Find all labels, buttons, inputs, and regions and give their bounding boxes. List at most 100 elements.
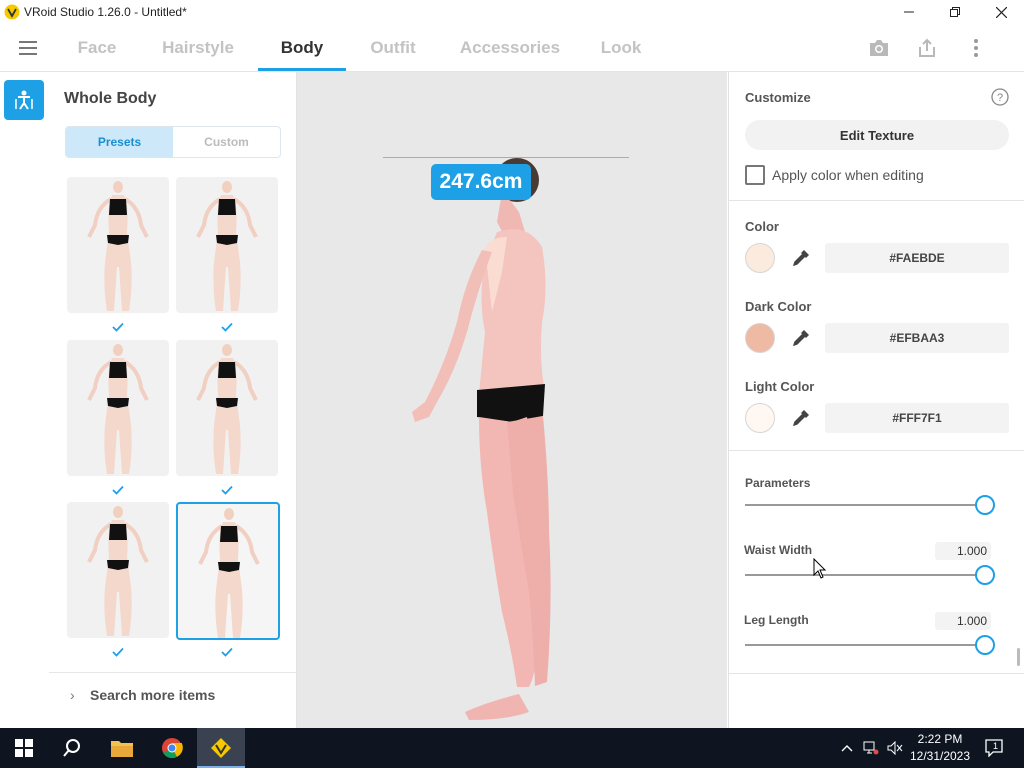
- taskbar-search-button[interactable]: [48, 728, 96, 768]
- light-color-eyedropper-button[interactable]: [787, 404, 815, 432]
- custom-tab[interactable]: Custom: [173, 127, 280, 157]
- height-guide-line: [383, 157, 629, 158]
- tab-face[interactable]: Face: [62, 24, 132, 71]
- screenshot-button[interactable]: [867, 36, 891, 60]
- volume-muted-icon: [887, 741, 903, 755]
- eyedropper-icon: [792, 410, 809, 427]
- light-color-swatch[interactable]: [745, 403, 775, 433]
- preset-figure: [196, 344, 258, 474]
- whole-body-category-button[interactable]: [4, 80, 44, 120]
- mouse-cursor-icon: [813, 558, 827, 579]
- file-explorer-icon: [111, 741, 133, 757]
- taskbar-vroid-studio[interactable]: [197, 728, 245, 768]
- color-swatch[interactable]: [745, 243, 775, 273]
- tab-accessories[interactable]: Accessories: [450, 24, 570, 71]
- network-icon: [863, 741, 879, 755]
- more-options-button[interactable]: [964, 36, 988, 60]
- check-icon: [112, 485, 124, 495]
- export-button[interactable]: [915, 36, 939, 60]
- preset-thumbnail[interactable]: [67, 177, 169, 313]
- preset-thumbnail[interactable]: [67, 340, 169, 476]
- leg-length-value[interactable]: 1.000: [935, 612, 991, 630]
- left-rail: [0, 72, 50, 728]
- preset-thumbnail[interactable]: [176, 502, 280, 640]
- search-more-items-button[interactable]: › Search more items: [49, 672, 296, 717]
- tab-look[interactable]: Look: [588, 24, 654, 71]
- minimize-button[interactable]: [886, 0, 932, 24]
- windows-taskbar: 2:22 PM 12/31/2023 1: [0, 728, 1024, 768]
- windows-start-icon: [15, 739, 33, 757]
- waist-width-label: Waist Width: [744, 543, 813, 557]
- camera-icon: [870, 40, 888, 56]
- customize-panel: Customize ? Edit Texture Apply color whe…: [728, 72, 1024, 728]
- clock-date: 12/31/2023: [909, 749, 971, 763]
- preset-figure: [87, 181, 149, 311]
- eyedropper-icon: [792, 250, 809, 267]
- taskbar-file-explorer[interactable]: [98, 728, 146, 768]
- 3d-viewport[interactable]: 247.6cm: [297, 72, 727, 728]
- divider: [729, 450, 1024, 451]
- dark-color-hex-field[interactable]: #EFBAA3: [825, 323, 1009, 353]
- taskbar-chrome[interactable]: [148, 728, 196, 768]
- parameters-slider-track[interactable]: [745, 504, 985, 506]
- start-button[interactable]: [0, 728, 48, 768]
- window-title: VRoid Studio 1.26.0 - Untitled*: [24, 5, 187, 19]
- check-icon: [112, 647, 124, 657]
- tab-hairstyle[interactable]: Hairstyle: [148, 24, 248, 71]
- search-more-label: Search more items: [90, 687, 216, 703]
- leg-length-slider-track[interactable]: [745, 644, 985, 646]
- color-label: Color: [745, 219, 779, 234]
- presets-panel: Whole Body Presets Custom › Search more …: [49, 72, 297, 728]
- vroid-logo-icon: [4, 4, 20, 20]
- clock-time: 2:22 PM: [917, 732, 963, 746]
- menu-icon[interactable]: [16, 36, 40, 60]
- eyedropper-icon: [792, 330, 809, 347]
- parameters-slider-handle[interactable]: [975, 495, 995, 515]
- more-vert-icon: [974, 39, 978, 57]
- volume-button[interactable]: [886, 739, 904, 757]
- panel-scrollbar[interactable]: [1017, 648, 1020, 666]
- panel-title: Whole Body: [64, 90, 157, 107]
- close-icon: [995, 6, 1007, 18]
- customize-title: Customize: [745, 90, 811, 105]
- network-button[interactable]: [862, 739, 880, 757]
- presets-tab[interactable]: Presets: [66, 127, 173, 157]
- light-color-hex-field[interactable]: #FFF7F1: [825, 403, 1009, 433]
- body-figure-icon: [15, 90, 33, 110]
- show-hidden-icons-button[interactable]: [838, 739, 856, 757]
- tab-body[interactable]: Body: [258, 24, 346, 71]
- edit-texture-button[interactable]: Edit Texture: [745, 120, 1009, 150]
- restore-button[interactable]: [932, 0, 978, 24]
- dark-color-eyedropper-button[interactable]: [787, 324, 815, 352]
- apply-color-checkbox[interactable]: [745, 165, 765, 185]
- help-icon[interactable]: ?: [991, 88, 1009, 106]
- dark-color-swatch[interactable]: [745, 323, 775, 353]
- waist-width-slider-handle[interactable]: [975, 565, 995, 585]
- system-clock[interactable]: 2:22 PM 12/31/2023: [908, 731, 972, 765]
- preset-figure: [198, 508, 260, 638]
- check-icon: [112, 322, 124, 332]
- check-icon: [221, 647, 233, 657]
- preset-figure: [87, 344, 149, 474]
- search-icon: [63, 739, 80, 757]
- chevron-up-icon: [841, 745, 853, 752]
- leg-length-slider-handle[interactable]: [975, 635, 995, 655]
- close-button[interactable]: [978, 0, 1024, 24]
- chevron-right-icon: ›: [70, 687, 75, 703]
- preset-thumbnail[interactable]: [176, 177, 278, 313]
- preset-figure: [196, 181, 258, 311]
- vroid-studio-icon: [211, 738, 231, 758]
- preset-thumbnail[interactable]: [176, 340, 278, 476]
- notifications-button[interactable]: 1: [984, 739, 1006, 757]
- svg-text:?: ?: [997, 92, 1003, 104]
- leg-length-label: Leg Length: [744, 613, 809, 627]
- color-eyedropper-button[interactable]: [787, 244, 815, 272]
- preset-thumbnail[interactable]: [67, 502, 169, 638]
- notification-count: 1: [993, 741, 999, 751]
- check-icon: [221, 322, 233, 332]
- waist-width-slider-track[interactable]: [745, 574, 985, 576]
- divider: [729, 673, 1024, 674]
- waist-width-value[interactable]: 1.000: [935, 542, 991, 560]
- color-hex-field[interactable]: #FAEBDE: [825, 243, 1009, 273]
- tab-outfit[interactable]: Outfit: [356, 24, 430, 71]
